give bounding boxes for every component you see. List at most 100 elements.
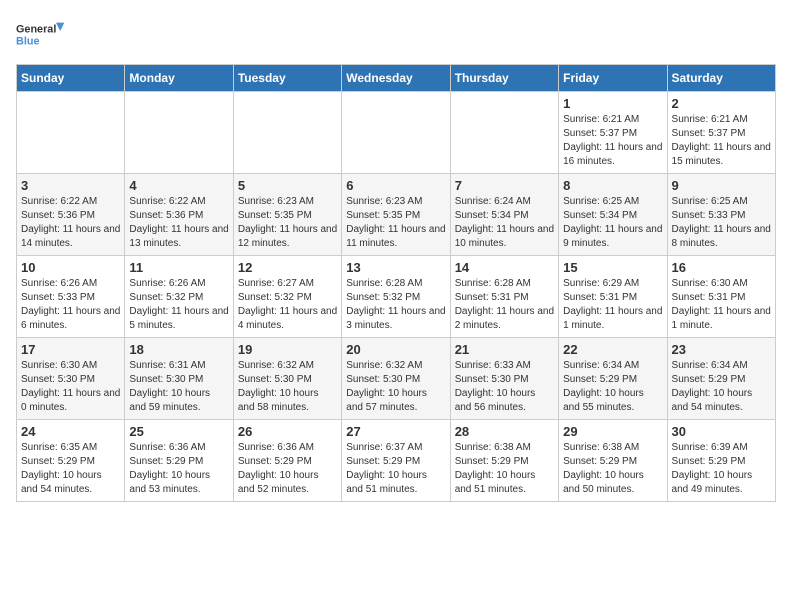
- day-info: Sunrise: 6:22 AM Sunset: 5:36 PM Dayligh…: [129, 195, 228, 251]
- day-info: Sunrise: 6:35 AM Sunset: 5:29 PM Dayligh…: [21, 441, 120, 497]
- day-info: Sunrise: 6:28 AM Sunset: 5:31 PM Dayligh…: [455, 277, 554, 333]
- day-cell: 26 Sunrise: 6:36 AM Sunset: 5:29 PM Dayli…: [233, 420, 341, 502]
- weekday-header-wednesday: Wednesday: [342, 65, 450, 92]
- svg-text:General: General: [16, 24, 56, 36]
- day-info: Sunrise: 6:23 AM Sunset: 5:35 PM Dayligh…: [238, 195, 337, 251]
- day-cell: 15Sunrise: 6:29 AM Sunset: 5:31 PM Dayli…: [559, 256, 667, 338]
- day-cell: 23Sunrise: 6:34 AM Sunset: 5:29 PM Dayli…: [667, 338, 775, 420]
- day-info: Sunrise: 6:34 AM Sunset: 5:29 PM Dayligh…: [563, 359, 662, 415]
- day-info: Sunrise: 6:29 AM Sunset: 5:31 PM Dayligh…: [563, 277, 662, 333]
- day-cell: 6 Sunrise: 6:23 AM Sunset: 5:35 PM Daylig…: [342, 174, 450, 256]
- day-info: Sunrise: 6:36 AM Sunset: 5:29 PM Dayligh…: [238, 441, 337, 497]
- day-cell: 10 Sunrise: 6:26 AM Sunset: 5:33 PM Dayli…: [17, 256, 125, 338]
- day-info: Sunrise: 6:38 AM Sunset: 5:29 PM Dayligh…: [455, 441, 554, 497]
- weekday-header-saturday: Saturday: [667, 65, 775, 92]
- day-info: Sunrise: 6:21 AM Sunset: 5:37 PM Dayligh…: [672, 113, 771, 169]
- day-info: Sunrise: 6:24 AM Sunset: 5:34 PM Dayligh…: [455, 195, 554, 251]
- day-number: 26: [238, 424, 337, 439]
- day-number: 20: [346, 342, 445, 357]
- day-number: 1: [563, 96, 662, 111]
- day-number: 9: [672, 178, 771, 193]
- page-container: General Blue SundayMondayTuesdayWednesda…: [16, 16, 776, 502]
- day-cell: 3 Sunrise: 6:22 AM Sunset: 5:36 PM Daylig…: [17, 174, 125, 256]
- day-cell: 18 Sunrise: 6:31 AM Sunset: 5:30 PM Dayli…: [125, 338, 233, 420]
- day-number: 6: [346, 178, 445, 193]
- day-number: 21: [455, 342, 554, 357]
- day-cell: 30 Sunrise: 6:39 AM Sunset: 5:29 PM Dayli…: [667, 420, 775, 502]
- weekday-header-monday: Monday: [125, 65, 233, 92]
- day-cell: 7Sunrise: 6:24 AM Sunset: 5:34 PM Daylig…: [450, 174, 558, 256]
- day-number: 28: [455, 424, 554, 439]
- day-info: Sunrise: 6:26 AM Sunset: 5:33 PM Dayligh…: [21, 277, 120, 333]
- week-row-0: 1 Sunrise: 6:21 AM Sunset: 5:37 PM Daylig…: [17, 92, 776, 174]
- day-cell: 9Sunrise: 6:25 AM Sunset: 5:33 PM Daylig…: [667, 174, 775, 256]
- day-number: 25: [129, 424, 228, 439]
- day-number: 13: [346, 260, 445, 275]
- day-number: 12: [238, 260, 337, 275]
- day-number: 5: [238, 178, 337, 193]
- day-number: 18: [129, 342, 228, 357]
- day-cell: 14 Sunrise: 6:28 AM Sunset: 5:31 PM Dayli…: [450, 256, 558, 338]
- weekday-header-friday: Friday: [559, 65, 667, 92]
- day-info: Sunrise: 6:39 AM Sunset: 5:29 PM Dayligh…: [672, 441, 771, 497]
- day-info: Sunrise: 6:31 AM Sunset: 5:30 PM Dayligh…: [129, 359, 228, 415]
- day-info: Sunrise: 6:34 AM Sunset: 5:29 PM Dayligh…: [672, 359, 771, 415]
- day-cell: 11 Sunrise: 6:26 AM Sunset: 5:32 PM Dayli…: [125, 256, 233, 338]
- day-cell: 2 Sunrise: 6:21 AM Sunset: 5:37 PM Daylig…: [667, 92, 775, 174]
- day-cell: [450, 92, 558, 174]
- week-row-4: 24 Sunrise: 6:35 AM Sunset: 5:29 PM Dayli…: [17, 420, 776, 502]
- day-number: 16: [672, 260, 771, 275]
- weekday-header-sunday: Sunday: [17, 65, 125, 92]
- day-info: Sunrise: 6:37 AM Sunset: 5:29 PM Dayligh…: [346, 441, 445, 497]
- header: General Blue: [16, 16, 776, 56]
- weekday-header-thursday: Thursday: [450, 65, 558, 92]
- day-cell: [125, 92, 233, 174]
- day-info: Sunrise: 6:25 AM Sunset: 5:34 PM Dayligh…: [563, 195, 662, 251]
- day-cell: [233, 92, 341, 174]
- day-number: 2: [672, 96, 771, 111]
- day-cell: [17, 92, 125, 174]
- day-cell: 27 Sunrise: 6:37 AM Sunset: 5:29 PM Dayli…: [342, 420, 450, 502]
- day-cell: 29 Sunrise: 6:38 AM Sunset: 5:29 PM Dayli…: [559, 420, 667, 502]
- day-number: 17: [21, 342, 120, 357]
- day-info: Sunrise: 6:22 AM Sunset: 5:36 PM Dayligh…: [21, 195, 120, 251]
- logo: General Blue: [16, 16, 66, 56]
- week-row-3: 17 Sunrise: 6:30 AM Sunset: 5:30 PM Dayli…: [17, 338, 776, 420]
- day-cell: 4 Sunrise: 6:22 AM Sunset: 5:36 PM Daylig…: [125, 174, 233, 256]
- day-number: 11: [129, 260, 228, 275]
- day-number: 24: [21, 424, 120, 439]
- day-cell: [342, 92, 450, 174]
- day-info: Sunrise: 6:32 AM Sunset: 5:30 PM Dayligh…: [238, 359, 337, 415]
- day-info: Sunrise: 6:27 AM Sunset: 5:32 PM Dayligh…: [238, 277, 337, 333]
- day-info: Sunrise: 6:28 AM Sunset: 5:32 PM Dayligh…: [346, 277, 445, 333]
- week-row-2: 10 Sunrise: 6:26 AM Sunset: 5:33 PM Dayli…: [17, 256, 776, 338]
- day-cell: 28 Sunrise: 6:38 AM Sunset: 5:29 PM Dayli…: [450, 420, 558, 502]
- day-cell: 13 Sunrise: 6:28 AM Sunset: 5:32 PM Dayli…: [342, 256, 450, 338]
- day-number: 27: [346, 424, 445, 439]
- weekday-header-tuesday: Tuesday: [233, 65, 341, 92]
- day-cell: 20 Sunrise: 6:32 AM Sunset: 5:30 PM Dayli…: [342, 338, 450, 420]
- day-info: Sunrise: 6:30 AM Sunset: 5:30 PM Dayligh…: [21, 359, 120, 415]
- day-number: 14: [455, 260, 554, 275]
- day-cell: 5 Sunrise: 6:23 AM Sunset: 5:35 PM Daylig…: [233, 174, 341, 256]
- day-number: 22: [563, 342, 662, 357]
- day-number: 3: [21, 178, 120, 193]
- day-info: Sunrise: 6:38 AM Sunset: 5:29 PM Dayligh…: [563, 441, 662, 497]
- day-info: Sunrise: 6:26 AM Sunset: 5:32 PM Dayligh…: [129, 277, 228, 333]
- weekday-header-row: SundayMondayTuesdayWednesdayThursdayFrid…: [17, 65, 776, 92]
- day-info: Sunrise: 6:23 AM Sunset: 5:35 PM Dayligh…: [346, 195, 445, 251]
- week-row-1: 3 Sunrise: 6:22 AM Sunset: 5:36 PM Daylig…: [17, 174, 776, 256]
- day-cell: 8Sunrise: 6:25 AM Sunset: 5:34 PM Daylig…: [559, 174, 667, 256]
- day-info: Sunrise: 6:32 AM Sunset: 5:30 PM Dayligh…: [346, 359, 445, 415]
- svg-text:Blue: Blue: [16, 35, 39, 47]
- day-info: Sunrise: 6:36 AM Sunset: 5:29 PM Dayligh…: [129, 441, 228, 497]
- day-info: Sunrise: 6:30 AM Sunset: 5:31 PM Dayligh…: [672, 277, 771, 333]
- day-number: 10: [21, 260, 120, 275]
- day-number: 29: [563, 424, 662, 439]
- day-cell: 25 Sunrise: 6:36 AM Sunset: 5:29 PM Dayli…: [125, 420, 233, 502]
- day-number: 4: [129, 178, 228, 193]
- day-cell: 21 Sunrise: 6:33 AM Sunset: 5:30 PM Dayli…: [450, 338, 558, 420]
- day-info: Sunrise: 6:21 AM Sunset: 5:37 PM Dayligh…: [563, 113, 662, 169]
- day-number: 30: [672, 424, 771, 439]
- day-info: Sunrise: 6:33 AM Sunset: 5:30 PM Dayligh…: [455, 359, 554, 415]
